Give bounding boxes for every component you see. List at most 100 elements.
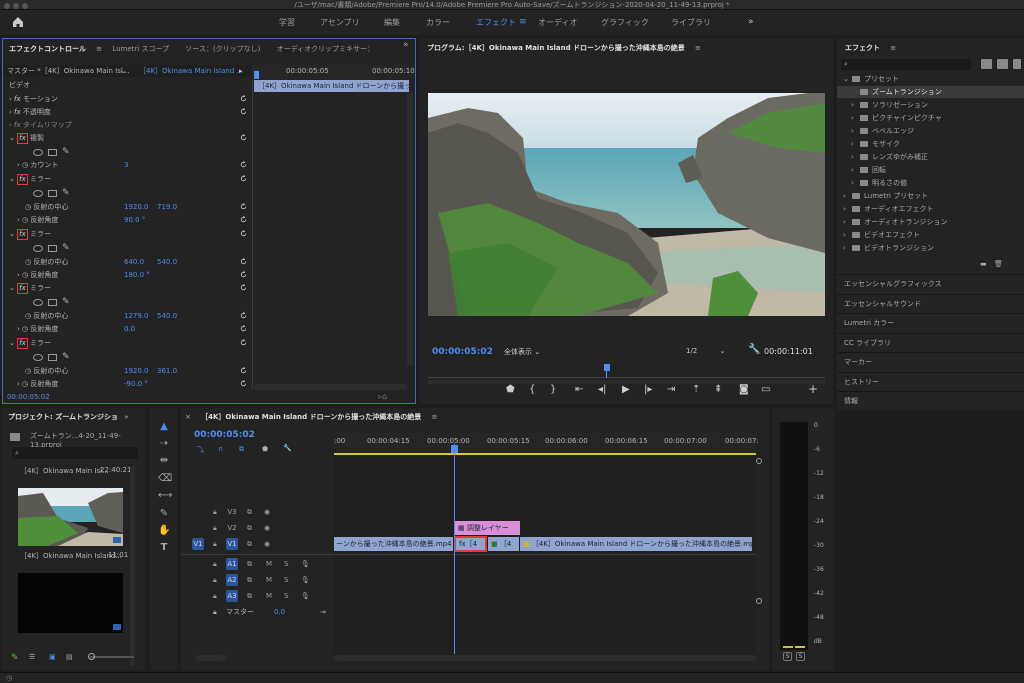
fx-time-remap-row[interactable]: › fx タイムリマップ xyxy=(9,119,72,131)
effects-tree-item[interactable]: › ピクチャインピクチャ xyxy=(837,112,1024,124)
stopwatch-icon[interactable]: ◷ xyxy=(25,367,31,375)
expand-chevron-icon[interactable]: › xyxy=(851,151,860,163)
solo-button[interactable]: S xyxy=(284,557,288,571)
reset-icon[interactable] xyxy=(239,133,248,142)
track-target-v1[interactable]: V1 xyxy=(226,538,238,550)
panel-menu-icon[interactable]: ≡ xyxy=(695,44,701,52)
rectangle-mask-icon[interactable] xyxy=(48,148,57,156)
effects-tree-item[interactable]: ズームトランジション xyxy=(837,86,1024,98)
rectangle-mask-icon[interactable] xyxy=(48,189,57,197)
lock-icon[interactable]: 🔒︎ xyxy=(213,589,217,603)
panel-menu-icon[interactable]: ≡ xyxy=(431,413,437,421)
new-bin-icon[interactable]: ▬ xyxy=(980,260,987,268)
reset-icon[interactable] xyxy=(239,366,248,375)
effects-tree-item[interactable]: › ソラリゼーション xyxy=(837,99,1024,111)
extract-icon[interactable]: ⇞ xyxy=(714,384,722,395)
playhead-handle[interactable] xyxy=(451,445,458,453)
status-icon[interactable]: ◷ xyxy=(6,674,12,682)
add-button-icon[interactable]: + xyxy=(808,382,818,396)
center-x-value[interactable]: 640.0 xyxy=(124,256,144,268)
fx-toggle-icon[interactable]: fx xyxy=(17,338,28,349)
wrench-icon[interactable]: 🔧 xyxy=(283,444,292,452)
ellipse-mask-icon[interactable] xyxy=(33,353,43,361)
effects-tree-item[interactable]: › Lumetri プリセット xyxy=(837,190,1024,202)
workspace-overflow-icon[interactable]: » xyxy=(748,10,754,35)
snap-icon[interactable]: ∩ xyxy=(218,445,223,453)
type-tool-icon[interactable]: T xyxy=(158,542,170,554)
close-icon[interactable]: × xyxy=(185,413,191,421)
collapse-chevron-icon[interactable]: ⌄ xyxy=(9,339,15,347)
center-y-value[interactable]: 361.0 xyxy=(157,365,177,377)
lock-icon[interactable]: 🔒︎ xyxy=(213,605,217,619)
panel-overflow-icon[interactable]: » xyxy=(403,40,409,50)
scroll-handle[interactable] xyxy=(756,598,762,604)
stopwatch-icon[interactable]: ◷ xyxy=(25,203,31,211)
v1-clip-left[interactable]: ーンから撮った沖縄本島の絶景.mp4 xyxy=(334,537,453,551)
pen-mask-icon[interactable]: ✎ xyxy=(62,188,70,198)
expand-chevron-icon[interactable]: › xyxy=(843,190,852,202)
workspace-tab-libraries[interactable]: ライブラリ xyxy=(671,10,711,35)
delete-icon[interactable]: 🗑 xyxy=(994,260,1003,268)
angle-value[interactable]: 0.0 xyxy=(124,323,135,335)
compare-view-icon[interactable]: ▭ xyxy=(761,384,770,395)
center-x-value[interactable]: 1920.0 xyxy=(124,201,149,213)
fx-motion-row[interactable]: › fx モーション xyxy=(9,93,58,105)
v1-clip-fx[interactable]: fx［4 xyxy=(454,536,487,552)
rectangle-mask-icon[interactable] xyxy=(48,353,57,361)
v1-clip-right[interactable]: ■ ［4K］Okinawa Main Island ドローンから撮った沖縄本島の… xyxy=(520,537,752,551)
ec-clip-bar[interactable]: ［4K］Okinawa Main Island ドローンから撮った沖縄本島の絶景 xyxy=(254,80,409,92)
timeline-ruler[interactable]: :00 00:00:04:15 00:00:05:00 00:00:05:15 00:0… xyxy=(334,433,759,455)
timeline-timecode[interactable]: 00:00:05:02 xyxy=(194,430,255,440)
list-view-icon[interactable]: ☰ xyxy=(29,653,35,661)
collapsed-panel-header[interactable]: エッセンシャルグラフィックス xyxy=(837,274,1024,292)
sync-lock-icon[interactable]: ⧉ xyxy=(247,521,252,535)
rectangle-mask-icon[interactable] xyxy=(48,244,57,252)
freeform-view-icon[interactable]: ▤ xyxy=(66,653,73,661)
ellipse-mask-icon[interactable] xyxy=(33,298,43,306)
collapse-chevron-icon[interactable]: ⌄ xyxy=(843,73,852,85)
effects-tree-item[interactable]: ⌄ プリセット xyxy=(837,73,1024,85)
effects-tree-item[interactable]: › 回転 xyxy=(837,164,1024,176)
zoom-select[interactable]: 全体表示 ⌄ xyxy=(504,347,540,357)
header-hscroll[interactable] xyxy=(196,655,226,661)
effects-title[interactable]: エフェクト xyxy=(845,44,880,52)
workspace-tab-color[interactable]: カラー xyxy=(426,10,450,35)
wrench-icon[interactable]: 🔧 xyxy=(748,344,760,355)
source-patch-v1[interactable]: V1 xyxy=(192,538,204,550)
rectangle-mask-icon[interactable] xyxy=(48,298,57,306)
tab-source[interactable]: ソース：(クリップなし) xyxy=(185,45,260,53)
expand-chevron-icon[interactable]: › xyxy=(843,242,852,254)
fx-toggle-icon[interactable]: fx xyxy=(17,133,28,144)
mark-in-icon[interactable]: { xyxy=(529,384,535,395)
clip2-thumbnail[interactable] xyxy=(18,488,123,546)
slip-tool-icon[interactable]: ⟷ xyxy=(158,490,172,502)
linked-selection-icon[interactable]: ⧉ xyxy=(239,445,244,454)
ellipse-mask-icon[interactable] xyxy=(33,244,43,252)
reset-icon[interactable] xyxy=(239,160,248,169)
stopwatch-icon[interactable]: ◷ xyxy=(22,325,28,333)
mute-button[interactable]: M xyxy=(266,589,272,603)
expand-chevron-icon[interactable]: › xyxy=(851,138,860,150)
zoom-slider[interactable] xyxy=(88,653,134,660)
voiceover-mic-icon[interactable]: 🎙︎ xyxy=(301,573,310,587)
go-to-out-icon[interactable]: ⇥ xyxy=(667,384,675,395)
fx-mirror-row[interactable]: ⌄ fx ミラー xyxy=(9,337,51,349)
tab-effect-controls[interactable]: エフェクトコントロール xyxy=(9,45,86,53)
resolution-select[interactable]: 1/2 ⌄ xyxy=(686,347,725,355)
reset-icon[interactable] xyxy=(239,311,248,320)
effects-tree-item[interactable]: › ビデオエフェクト xyxy=(837,229,1024,241)
workspace-tab-audio[interactable]: オーディオ xyxy=(538,10,577,35)
timeline-title[interactable]: ［4K］Okinawa Main Island ドローンから撮った沖縄本島の絶景 xyxy=(201,413,421,421)
project-search-input[interactable]: ⌕ xyxy=(12,447,138,459)
reset-icon[interactable] xyxy=(239,202,248,211)
selection-tool-icon[interactable]: ▲ xyxy=(158,421,170,433)
effects-tree-item[interactable]: › ベベルエッジ xyxy=(837,125,1024,137)
timeline-playhead[interactable] xyxy=(454,444,455,654)
reset-icon[interactable] xyxy=(239,324,248,333)
eye-icon[interactable]: ◉ xyxy=(264,505,270,519)
ec-ruler[interactable]: 00:00:05:05 00:00:05:10 xyxy=(252,65,415,79)
master-volume[interactable]: 0.0 xyxy=(274,605,285,619)
expand-chevron-icon[interactable]: › xyxy=(851,164,860,176)
expand-chevron-icon[interactable]: › xyxy=(851,112,860,124)
reset-icon[interactable] xyxy=(239,283,248,292)
